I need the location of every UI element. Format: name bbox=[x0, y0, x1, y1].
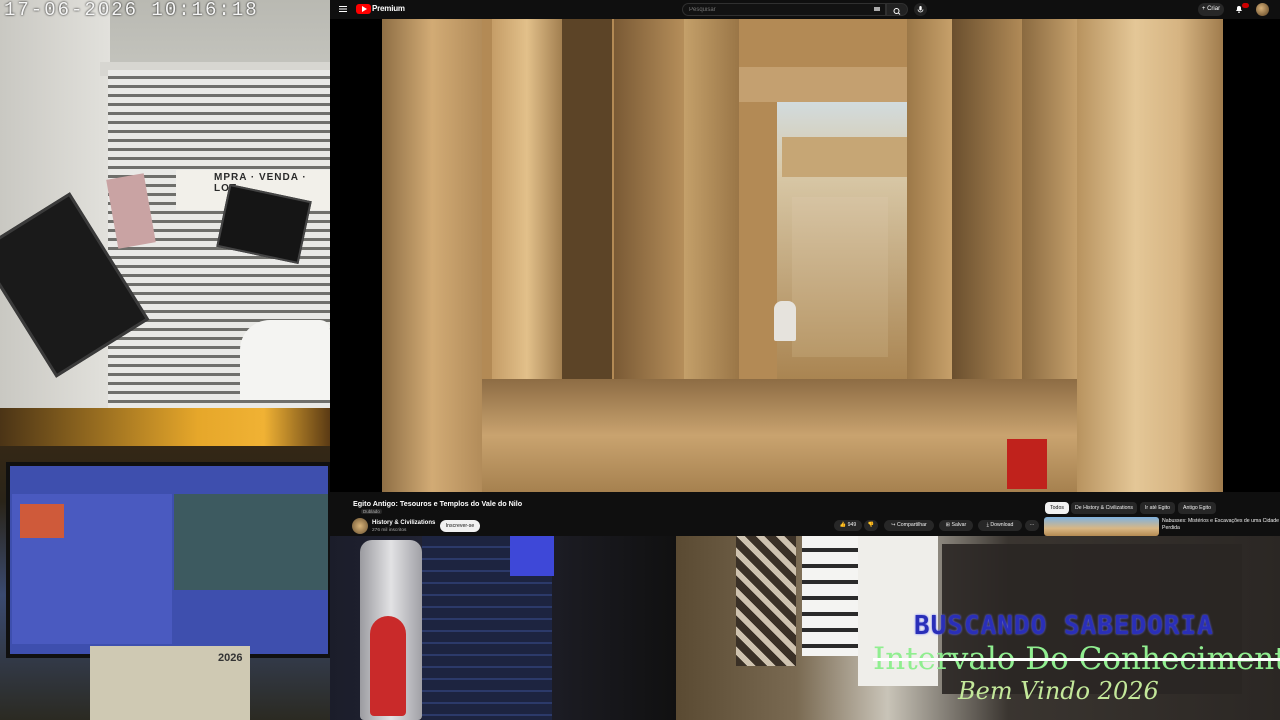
account-avatar[interactable] bbox=[1256, 3, 1269, 16]
overlay-welcome: Bem Vindo 2026 bbox=[958, 677, 1159, 705]
inner-lintel bbox=[782, 137, 907, 177]
channel-name[interactable]: History & Civilizations bbox=[372, 520, 435, 526]
youtube-window: Premium + Criar bbox=[330, 0, 1280, 536]
chip-ancient-egypt[interactable]: Antigo Egito bbox=[1178, 502, 1216, 514]
chip-egypt[interactable]: Ir até Egito bbox=[1140, 502, 1175, 514]
search-box[interactable] bbox=[682, 3, 886, 16]
like-button[interactable]: 👍 949 bbox=[834, 520, 862, 531]
voice-search-button[interactable] bbox=[914, 3, 927, 16]
overlay-subtitle: Intervalo Do Conhecimento bbox=[873, 641, 1280, 677]
pillar-shadow bbox=[562, 19, 612, 399]
chip-channel[interactable]: De History & Civilizations bbox=[1071, 502, 1137, 514]
pillar-mid bbox=[614, 19, 684, 409]
search-icon bbox=[893, 8, 901, 15]
channel-avatar[interactable] bbox=[352, 518, 368, 534]
patterned-wall bbox=[736, 536, 796, 666]
create-button[interactable]: + Criar bbox=[1198, 3, 1224, 16]
save-label: Salvar bbox=[951, 522, 967, 528]
monitor-thumbnail bbox=[20, 504, 64, 538]
video-frame-egyptian-temple bbox=[382, 19, 1223, 492]
dub-badge: Dublado bbox=[361, 509, 382, 514]
share-button[interactable]: ↪ Compartilhar bbox=[884, 520, 934, 531]
desk-webcam-feed: 2026 bbox=[0, 408, 330, 720]
pillar-carved-right bbox=[1077, 19, 1223, 492]
subscribe-button[interactable]: Inscrever-se bbox=[440, 520, 480, 532]
more-actions-button[interactable]: ··· bbox=[1025, 520, 1039, 531]
recommendation-thumbnail[interactable] bbox=[1044, 517, 1159, 536]
chip-all[interactable]: Todos bbox=[1045, 502, 1069, 514]
temple-lintel bbox=[737, 67, 907, 102]
video-player[interactable] bbox=[330, 19, 1280, 492]
mic-icon bbox=[917, 6, 924, 13]
toy-shelf bbox=[0, 408, 330, 446]
keyboard-icon[interactable] bbox=[874, 7, 880, 11]
monitor-video-window bbox=[174, 494, 328, 590]
save-icon: ⊞ bbox=[945, 522, 951, 528]
youtube-logo-icon[interactable] bbox=[356, 4, 371, 14]
red-crate bbox=[1007, 439, 1047, 489]
share-label: Compartilhar bbox=[897, 522, 927, 528]
download-label: Download bbox=[990, 522, 1014, 528]
recommendation-title[interactable]: Nabusses: Mistérios e Escavações de uma … bbox=[1162, 518, 1280, 532]
inner-sanctuary bbox=[792, 197, 888, 357]
notification-badge bbox=[1242, 3, 1249, 8]
camera-timestamp: 17-06-2026 10:16:18 bbox=[4, 0, 259, 21]
thumbs-down-icon: 👎 bbox=[867, 522, 875, 528]
youtube-brand[interactable]: Premium bbox=[372, 4, 405, 13]
menu-icon[interactable] bbox=[338, 4, 348, 14]
download-button[interactable]: ⤓ Download bbox=[978, 520, 1022, 531]
parked-car bbox=[240, 320, 330, 400]
room-feed-middle bbox=[330, 536, 680, 720]
download-icon: ⤓ bbox=[986, 522, 989, 528]
blue-light bbox=[510, 536, 554, 576]
subscriber-count: 276 mil inscritos bbox=[372, 528, 407, 533]
temple-floor bbox=[482, 379, 1077, 492]
share-icon: ↪ bbox=[891, 522, 896, 528]
room-window bbox=[802, 536, 858, 656]
calendar-year: 2026 bbox=[218, 652, 243, 664]
video-title: Egito Antigo: Tesouros e Templos do Vale… bbox=[353, 499, 523, 508]
like-count: 949 bbox=[847, 522, 857, 528]
search-input[interactable] bbox=[689, 4, 869, 15]
street-camera-feed: MPRA · VENDA · LOT 17-06-2026 10:16:18 bbox=[0, 0, 330, 408]
robed-figure bbox=[774, 301, 796, 341]
youtube-topbar: Premium + Criar bbox=[330, 0, 1280, 19]
pillar-right-shadow bbox=[952, 19, 1022, 419]
thumbs-up-icon: 👍 bbox=[839, 522, 847, 528]
red-figurine bbox=[370, 616, 406, 716]
dislike-button[interactable]: 👎 bbox=[864, 520, 878, 531]
search-button[interactable] bbox=[886, 3, 908, 16]
save-button[interactable]: ⊞ Salvar bbox=[939, 520, 973, 531]
overlay-title: BUSCANDO SABEDORIA bbox=[914, 611, 1214, 641]
pillar-left bbox=[382, 19, 482, 492]
pillar-door-left bbox=[684, 19, 739, 379]
pillar-right bbox=[1022, 19, 1077, 439]
pillar-door-right bbox=[907, 19, 952, 379]
